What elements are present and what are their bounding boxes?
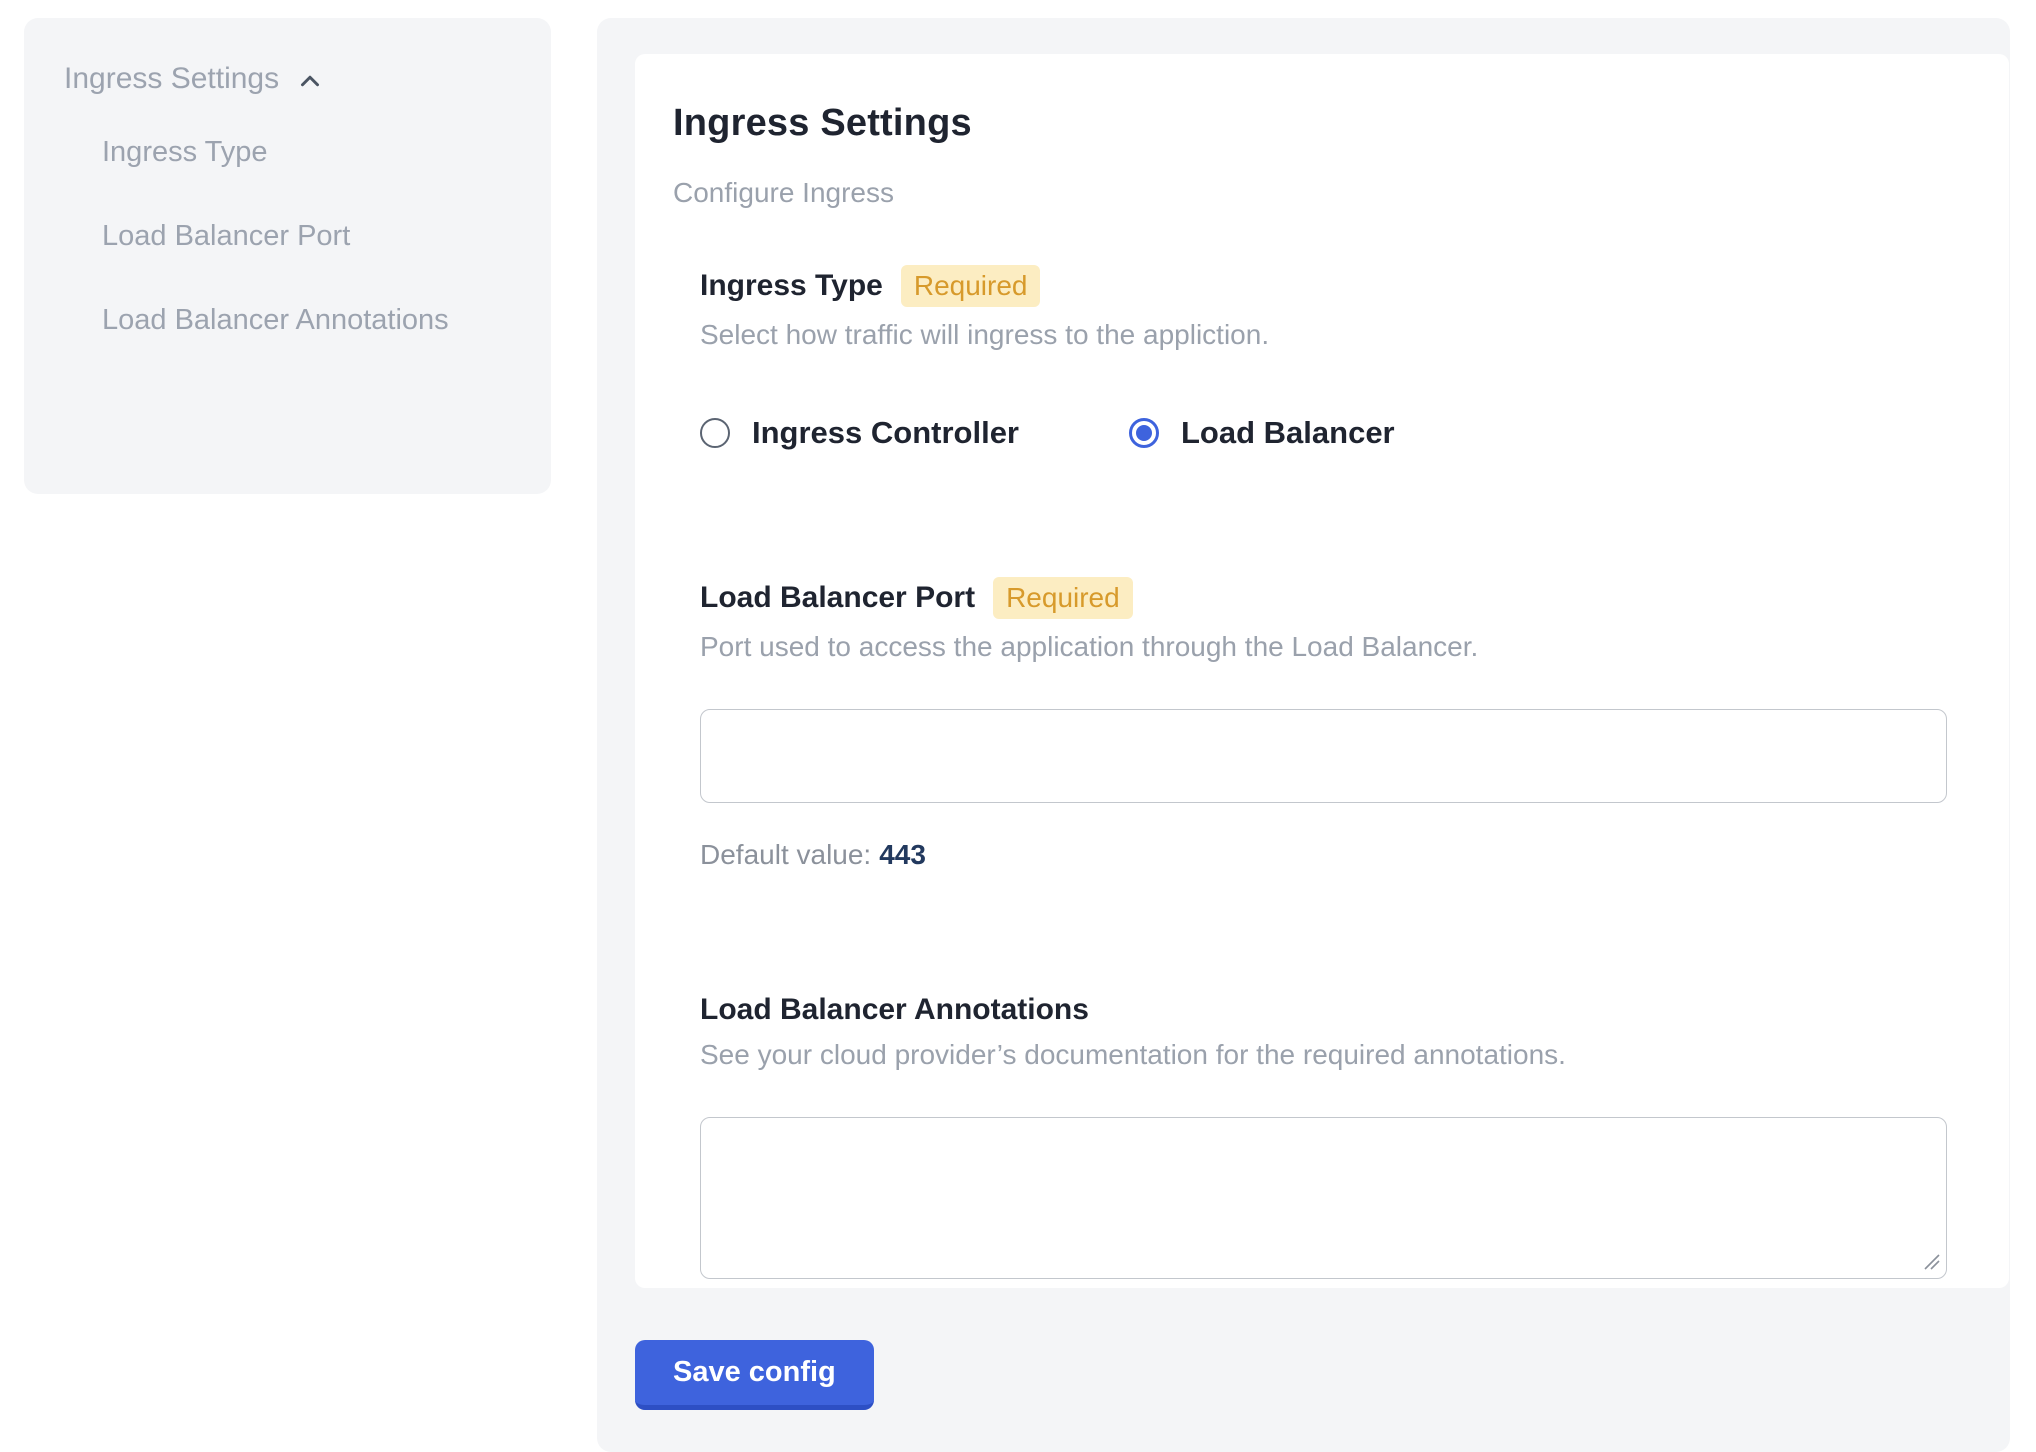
- section-ingress-type: Ingress Type Required Select how traffic…: [700, 265, 1945, 451]
- required-badge: Required: [901, 265, 1041, 307]
- ingress-settings-card: Ingress Settings Configure Ingress Ingre…: [635, 54, 2009, 1288]
- default-value-line: Default value: 443: [700, 839, 1945, 871]
- save-config-button[interactable]: Save config: [635, 1340, 874, 1410]
- lb-annotations-description: See your cloud provider’s documentation …: [700, 1039, 1945, 1071]
- ingress-type-radio-group: Ingress Controller Load Balancer: [700, 415, 1945, 451]
- radio-label: Load Balancer: [1181, 415, 1395, 451]
- load-balancer-annotations-textarea[interactable]: [700, 1117, 1947, 1279]
- ingress-type-label: Ingress Type: [700, 269, 883, 303]
- main-panel: Ingress Settings Configure Ingress Ingre…: [597, 18, 2010, 1452]
- lb-port-label: Load Balancer Port: [700, 581, 975, 615]
- section-load-balancer-annotations: Load Balancer Annotations See your cloud…: [700, 993, 1945, 1279]
- radio-option-load-balancer[interactable]: Load Balancer: [1129, 415, 1395, 451]
- sidebar-item-ingress-type[interactable]: Ingress Type: [102, 122, 482, 182]
- sidebar-item-list: Ingress Type Load Balancer Port Load Bal…: [102, 122, 511, 350]
- default-value-label: Default value:: [700, 839, 871, 870]
- page-subtitle: Configure Ingress: [673, 177, 1945, 209]
- sidebar-group-label: Ingress Settings: [64, 62, 279, 96]
- load-balancer-port-input[interactable]: [700, 709, 1947, 803]
- default-value: 443: [879, 839, 926, 870]
- settings-sidebar: Ingress Settings Ingress Type Load Balan…: [24, 18, 551, 494]
- page-title: Ingress Settings: [673, 102, 1945, 145]
- chevron-up-icon: [295, 66, 325, 96]
- radio-label: Ingress Controller: [752, 415, 1019, 451]
- lb-port-description: Port used to access the application thro…: [700, 631, 1945, 663]
- lb-annotations-label: Load Balancer Annotations: [700, 993, 1089, 1027]
- ingress-type-description: Select how traffic will ingress to the a…: [700, 319, 1945, 351]
- sidebar-item-load-balancer-port[interactable]: Load Balancer Port: [102, 206, 482, 266]
- sidebar-group-ingress-settings[interactable]: Ingress Settings: [64, 62, 511, 96]
- radio-icon[interactable]: [1129, 418, 1159, 448]
- radio-icon[interactable]: [700, 418, 730, 448]
- required-badge: Required: [993, 577, 1133, 619]
- radio-option-ingress-controller[interactable]: Ingress Controller: [700, 415, 1019, 451]
- section-load-balancer-port: Load Balancer Port Required Port used to…: [700, 577, 1945, 871]
- sidebar-item-load-balancer-annotations[interactable]: Load Balancer Annotations: [102, 290, 482, 350]
